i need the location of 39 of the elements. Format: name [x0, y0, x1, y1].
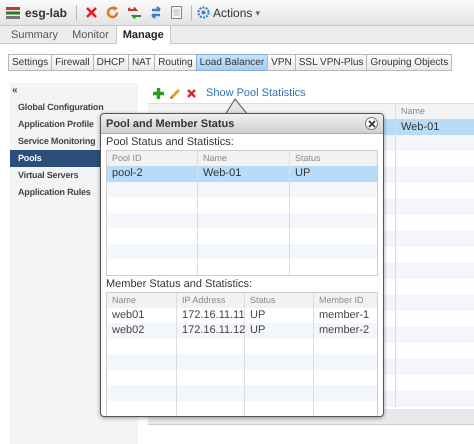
sync-icon[interactable]	[150, 6, 162, 19]
column-header: Status	[294, 152, 322, 165]
subtab[interactable]: NAT	[128, 54, 156, 71]
section-label: Pool Status and Statistics:	[106, 135, 235, 150]
subtab[interactable]: DHCP	[92, 54, 129, 71]
table-row[interactable]: pool-2 Web-01 UP	[107, 166, 377, 182]
pencil-icon[interactable]	[170, 88, 181, 98]
column-header: IP Address	[177, 292, 245, 308]
close-button[interactable]	[365, 117, 378, 130]
tab[interactable]: Monitor	[65, 26, 116, 43]
show-pool-statistics-link[interactable]: Show Pool Statistics	[206, 87, 306, 99]
subtab[interactable]: Firewall	[51, 54, 94, 71]
swap-arrows-icon[interactable]	[128, 6, 142, 18]
column-header: Name	[107, 292, 177, 308]
subtab[interactable]: VPN	[267, 54, 296, 71]
subtab[interactable]: Settings	[8, 54, 52, 71]
table-row[interactable]: web02 172.16.11.12 UP member-2	[107, 323, 377, 338]
subtab[interactable]: Routing	[154, 54, 197, 71]
grid-icon	[6, 6, 20, 18]
column-header: Name	[400, 105, 426, 118]
subtab[interactable]: Grouping Objects	[366, 54, 452, 71]
column-header: Member ID	[318, 294, 365, 306]
section-label: Member Status and Statistics:	[106, 276, 254, 292]
collapse-button[interactable]: «	[10, 83, 20, 99]
tab[interactable]: Manage	[116, 25, 171, 44]
tab[interactable]: Summary	[4, 26, 66, 43]
column-header: Status	[245, 292, 314, 308]
delete-icon[interactable]	[187, 88, 196, 98]
sidebar-item[interactable]: Global Configuration	[10, 99, 138, 116]
delete-icon[interactable]	[86, 7, 98, 18]
subtab[interactable]: SSL VPN-Plus	[294, 54, 368, 71]
document-icon[interactable]	[171, 6, 182, 19]
dialog-title: Pool and Member Status	[106, 118, 234, 130]
gear-icon	[197, 6, 210, 19]
refresh-icon[interactable]	[106, 6, 120, 19]
subtab[interactable]: Load Balancer	[196, 54, 268, 71]
actions-menu[interactable]: Actions ▾	[197, 6, 260, 20]
object-title: esg-lab	[25, 6, 68, 20]
add-icon[interactable]	[153, 88, 164, 98]
